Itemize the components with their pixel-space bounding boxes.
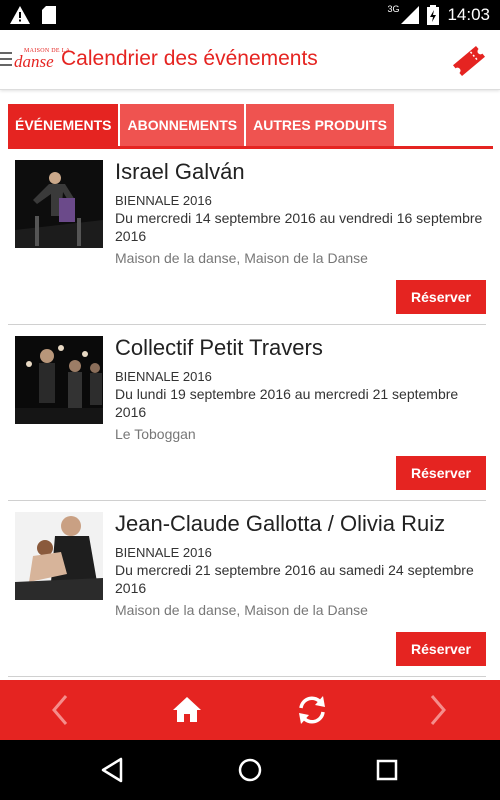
menu-icon[interactable] — [0, 52, 12, 68]
event-venue: Maison de la danse, Maison de la Danse — [115, 250, 368, 266]
event-title: Collectif Petit Travers — [115, 335, 323, 360]
refresh-icon[interactable] — [292, 690, 332, 730]
back-arrow-icon[interactable] — [40, 690, 80, 730]
network-type-label: 3G — [387, 4, 400, 14]
logo-big-text: danse — [14, 52, 54, 71]
event-dates: Du mercredi 21 septembre 2016 au samedi … — [115, 562, 474, 596]
tab-abonnements[interactable]: ABONNEMENTS — [120, 104, 247, 146]
tab-autres-produits[interactable]: AUTRES PRODUITS — [246, 104, 396, 146]
event-venue: Le Toboggan — [115, 426, 196, 442]
nav-back-icon[interactable] — [98, 755, 128, 785]
event-thumbnail[interactable] — [15, 512, 103, 600]
ticket-icon[interactable] — [450, 42, 488, 80]
status-time: 14:03 — [447, 5, 490, 24]
event-title: Jean-Claude Gallotta / Olivia Ruiz — [115, 511, 446, 536]
event-venue: Maison de la danse, Maison de la Danse — [115, 602, 368, 618]
bottom-toolbar — [0, 680, 500, 740]
event-title: Israel Galván — [115, 159, 245, 184]
home-icon[interactable] — [167, 690, 207, 730]
warning-icon — [10, 6, 30, 24]
forward-arrow-icon[interactable] — [418, 690, 458, 730]
event-thumbnail[interactable] — [15, 160, 103, 248]
system-nav-bar — [0, 740, 500, 800]
sd-card-icon — [42, 6, 56, 24]
battery-icon — [427, 5, 440, 25]
event-category: BIENNALE 2016 — [115, 369, 212, 384]
reserve-button[interactable]: Réserver — [396, 632, 486, 666]
event-list[interactable]: Israel Galván BIENNALE 2016 Du mercredi … — [8, 149, 493, 680]
tab-evenements[interactable]: ÉVÉNEMENTS — [8, 104, 121, 146]
tab-bar: ÉVÉNEMENTS ABONNEMENTS AUTRES PRODUITS — [8, 104, 396, 146]
event-category: BIENNALE 2016 — [115, 545, 212, 560]
status-bar: 3G 14:03 — [0, 0, 500, 30]
event-dates: Du lundi 19 septembre 2016 au mercredi 2… — [115, 386, 459, 420]
reserve-button[interactable]: Réserver — [396, 456, 486, 490]
signal-icon — [401, 6, 420, 24]
reserve-button[interactable]: Réserver — [396, 280, 486, 314]
list-item[interactable]: Israel Galván BIENNALE 2016 Du mercredi … — [8, 149, 486, 325]
app-bar: MAISON DE LA danse Calendrier des événem… — [0, 30, 500, 90]
list-item[interactable]: Collectif Petit Travers BIENNALE 2016 Du… — [8, 325, 486, 501]
nav-home-icon[interactable] — [235, 755, 265, 785]
list-item[interactable]: Jean-Claude Gallotta / Olivia Ruiz BIENN… — [8, 501, 486, 677]
event-thumbnail[interactable] — [15, 336, 103, 424]
event-dates: Du mercredi 14 septembre 2016 au vendred… — [115, 210, 483, 244]
logo: MAISON DE LA danse — [14, 48, 70, 74]
page-title: Calendrier des événements — [61, 47, 318, 70]
nav-recents-icon[interactable] — [372, 755, 402, 785]
event-category: BIENNALE 2016 — [115, 193, 212, 208]
